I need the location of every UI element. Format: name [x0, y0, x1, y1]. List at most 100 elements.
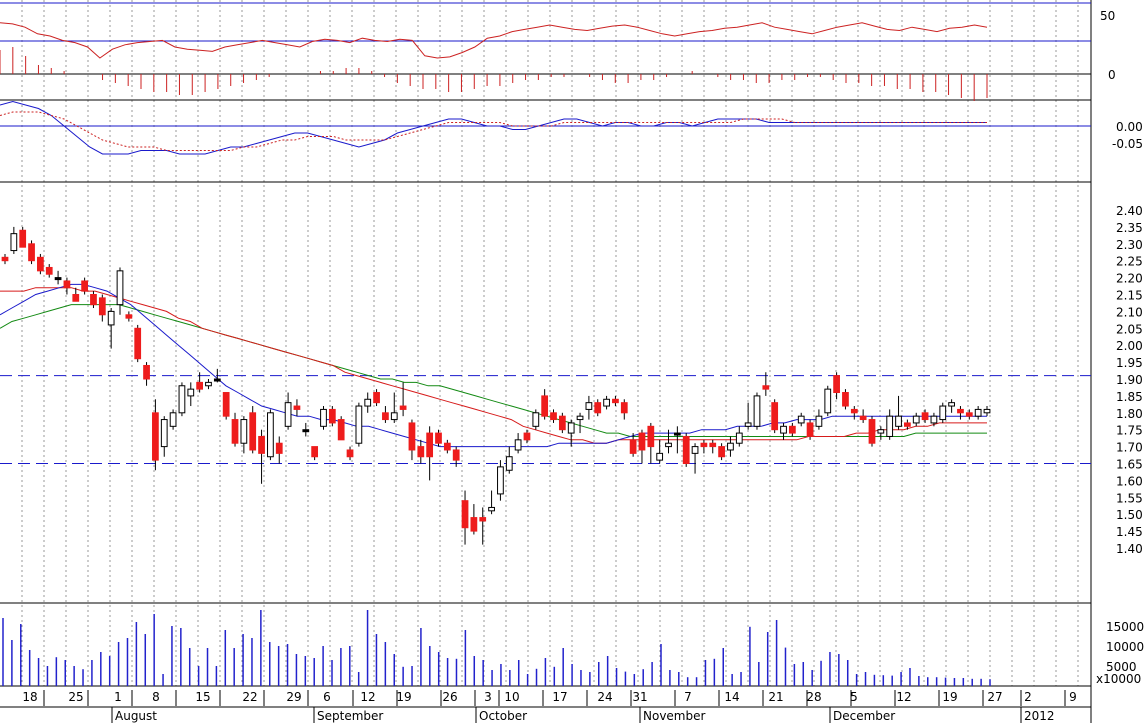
candle: [939, 402, 947, 423]
macd-tick-label: 0.00: [1116, 120, 1143, 134]
candle: [169, 409, 177, 430]
x-day-label: 14: [724, 690, 739, 704]
candle-body: [983, 408, 991, 414]
candle-body: [19, 229, 27, 248]
candle-body: [886, 415, 894, 437]
candle-body: [497, 466, 504, 495]
candle: [355, 402, 363, 447]
candle-body: [240, 419, 248, 444]
candle-body: [107, 310, 115, 326]
candle-body: [842, 392, 849, 407]
x-day-label: 9: [1069, 690, 1077, 704]
candle-body: [169, 412, 177, 427]
x-month-label: October: [479, 709, 527, 723]
price-tick-label: 1.70: [1116, 441, 1143, 455]
candle-body: [143, 364, 150, 380]
candle-body: [54, 277, 62, 281]
candle-body: [780, 425, 787, 434]
volume-unit-label: x10000: [1096, 672, 1141, 686]
x-day-label: 28: [806, 690, 821, 704]
x-day-label: 18: [22, 690, 37, 704]
candle-body: [152, 412, 159, 461]
x-day-label: 15: [195, 690, 210, 704]
candle-body: [912, 415, 920, 424]
candle-body: [10, 233, 18, 252]
x-day-label: 10: [504, 690, 519, 704]
candle-body: [558, 415, 566, 431]
candle-body: [709, 442, 717, 448]
candle-body: [196, 381, 204, 390]
candle-body: [382, 412, 389, 421]
x-day-label: 2: [1024, 690, 1032, 704]
candle-body: [859, 415, 867, 421]
candle-body: [37, 256, 44, 272]
candle-body: [178, 385, 186, 414]
candle: [19, 226, 27, 248]
x-day-label: 26: [442, 690, 457, 704]
candle-body: [612, 398, 619, 404]
price-tick-label: 2.25: [1116, 255, 1143, 269]
price-tick-label: 1.80: [1116, 407, 1143, 421]
x-month-label: November: [643, 709, 705, 723]
candle-body: [771, 402, 779, 431]
candle-body: [629, 439, 637, 454]
candle-body: [337, 419, 345, 441]
candle-body: [355, 405, 363, 444]
x-day-label: 8: [152, 690, 160, 704]
candle-body: [868, 419, 876, 444]
candle: [134, 324, 142, 363]
candle-body: [45, 266, 53, 275]
candle-body: [833, 375, 840, 394]
candle-body: [452, 449, 460, 461]
candle-body: [373, 392, 380, 404]
candle-body: [744, 422, 752, 427]
candle-body: [974, 408, 982, 417]
x-day-label: 5: [850, 690, 858, 704]
candle-body: [603, 398, 610, 407]
candle-body: [647, 425, 655, 448]
candle-body: [470, 517, 478, 532]
x-day-label: 27: [987, 690, 1002, 704]
candle-body: [275, 442, 283, 454]
candle-body: [824, 388, 832, 414]
candle-body: [134, 327, 142, 360]
candle-body: [850, 408, 858, 414]
candle: [337, 416, 345, 441]
price-tick-label: 2.40: [1116, 204, 1143, 218]
candle-body: [665, 442, 672, 448]
candle-body: [426, 432, 434, 458]
price-tick-label: 2.20: [1116, 272, 1143, 286]
candle-body: [815, 415, 823, 427]
price-tick-label: 1.45: [1116, 525, 1143, 539]
candle-body: [797, 415, 805, 424]
candle-body: [567, 422, 575, 434]
candle-body: [895, 415, 902, 427]
candle: [771, 399, 779, 434]
candle-body: [700, 442, 708, 448]
candle-body: [284, 402, 292, 427]
price-tick-label: 2.05: [1116, 322, 1143, 336]
candle: [824, 385, 832, 417]
candle: [532, 409, 540, 430]
price-tick-label: 1.75: [1116, 424, 1143, 438]
candle-body: [311, 446, 319, 458]
candle-body: [81, 280, 88, 292]
candle-body: [417, 446, 425, 458]
x-day-label: 31: [632, 690, 647, 704]
candle-body: [957, 408, 964, 414]
candle-body: [532, 412, 540, 427]
candle-body: [267, 412, 274, 458]
candle-body: [806, 422, 814, 437]
candle: [682, 433, 690, 467]
candle-body: [346, 449, 354, 458]
candle-body: [930, 415, 938, 424]
price-tick-label: 1.95: [1116, 356, 1143, 370]
candle-body: [939, 405, 947, 421]
candle-body: [585, 402, 593, 410]
x-day-label: 21: [768, 690, 783, 704]
candle-body: [320, 408, 327, 427]
price-tick-label: 1.55: [1116, 491, 1143, 505]
candle-body: [213, 378, 221, 382]
x-day-label: 22: [242, 690, 257, 704]
price-tick-label: 1.85: [1116, 390, 1143, 404]
